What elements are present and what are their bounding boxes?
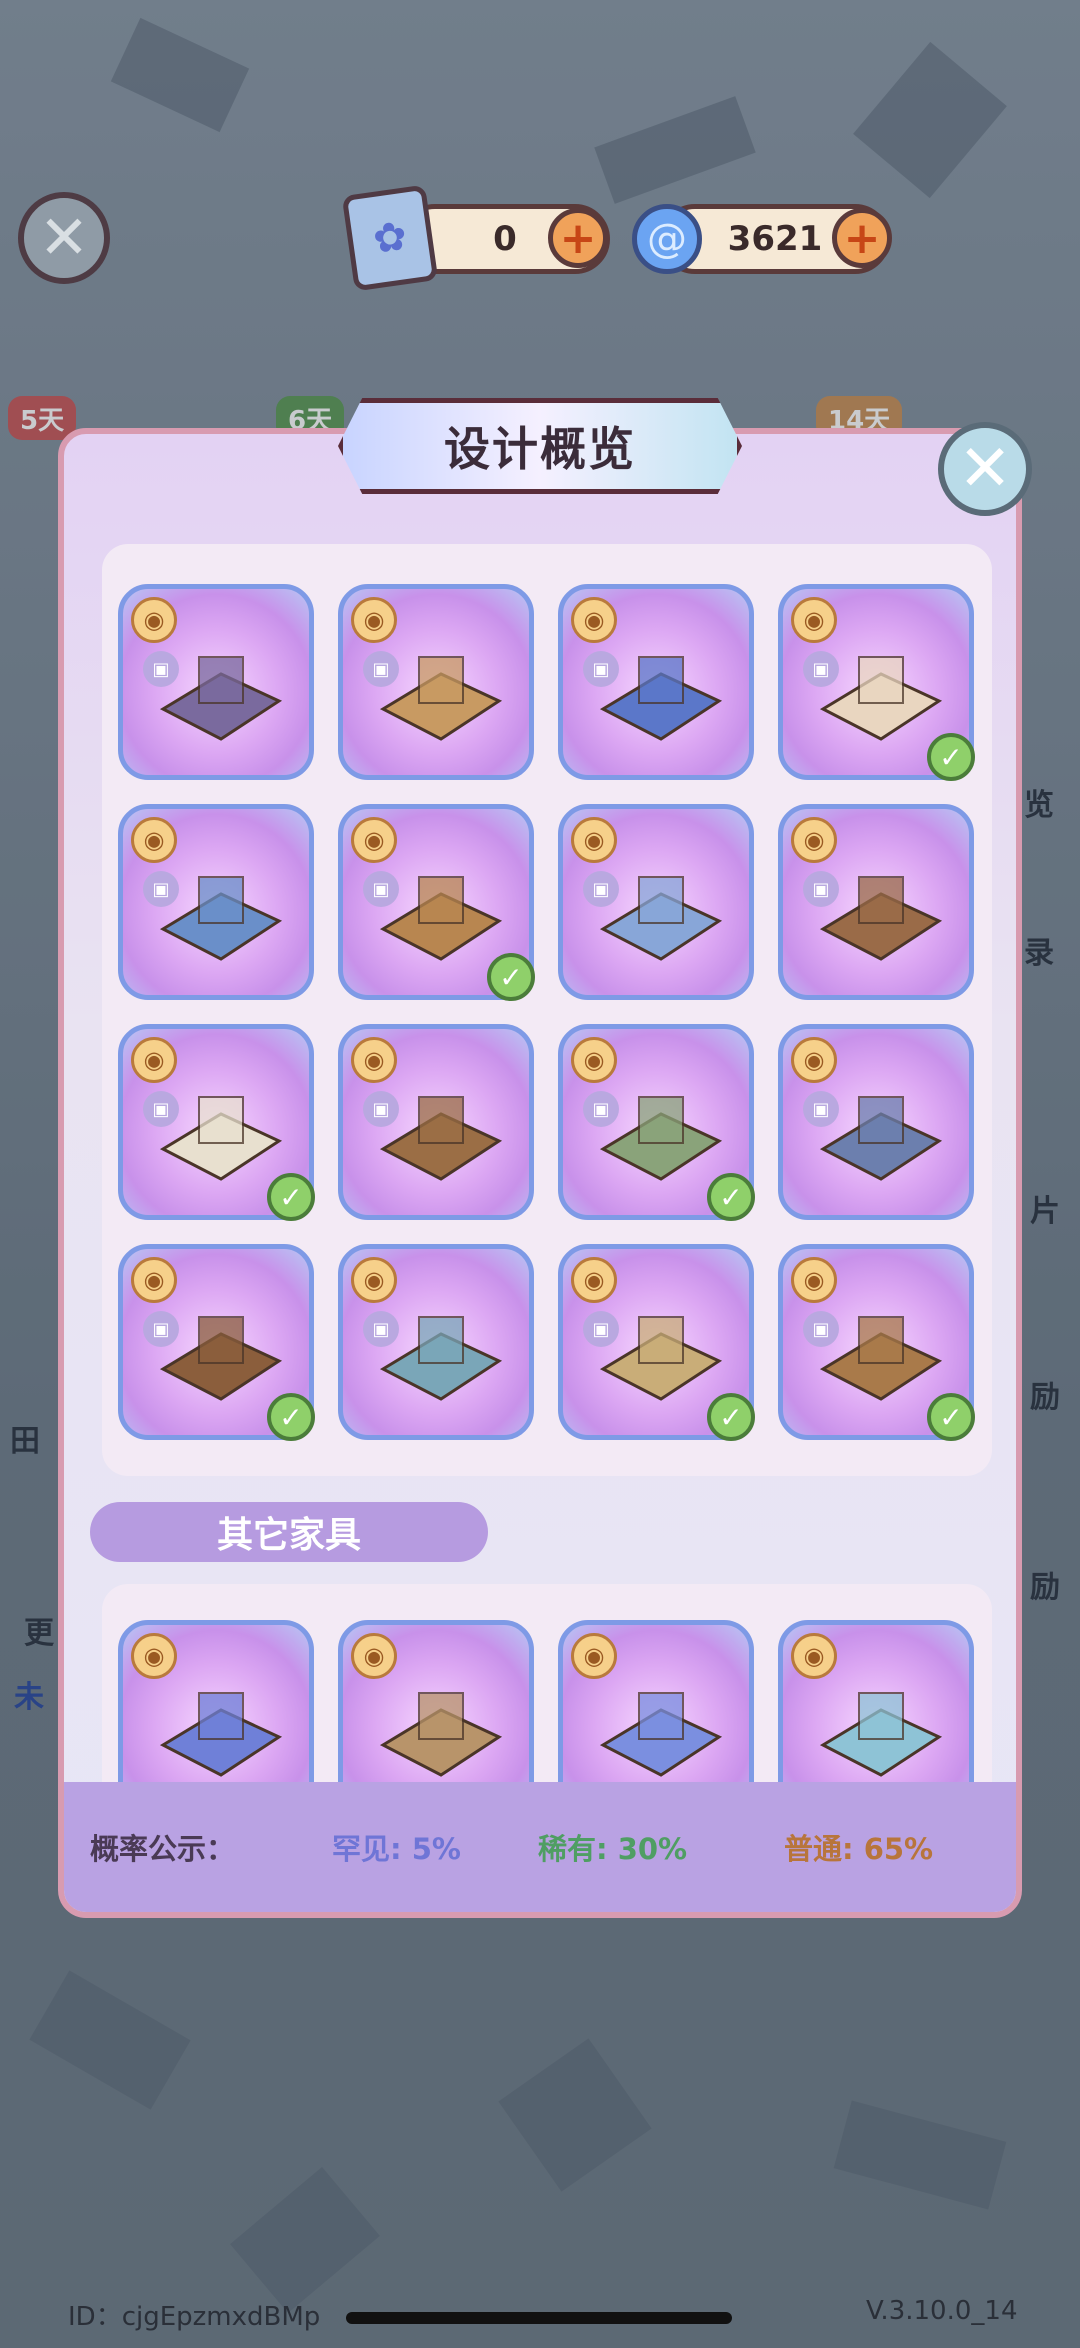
rarity-common: 普通: 65%: [784, 1832, 934, 1866]
design-item-card-curtain-arch[interactable]: ◉ ▣ ✓: [778, 584, 975, 781]
furniture-wood-floor-plank-icon: [379, 656, 503, 741]
eye-icon[interactable]: ◉: [131, 1633, 177, 1679]
furniture-floral-screen-icon: [159, 1316, 283, 1401]
design-item-card-flower-planter[interactable]: ◉ ▣: [558, 584, 754, 780]
rarity-uncommon: 稀有: 30%: [538, 1832, 688, 1866]
owned-check-icon: ✓: [267, 1393, 315, 1441]
eye-icon[interactable]: ◉: [571, 597, 617, 643]
furniture-cushion-sofa-icon: [159, 876, 283, 961]
furniture-armchair-blue-icon: [599, 876, 723, 961]
eye-icon[interactable]: ◉: [791, 597, 837, 643]
design-item-card-garden-fence[interactable]: ◉ ▣: [338, 1024, 534, 1220]
design-item-card-cushion-sofa[interactable]: ◉ ▣: [118, 804, 314, 1000]
probability-footer: 概率公示： 罕见: 5% 稀有: 30% 普通: 65%: [64, 1782, 1016, 1912]
rarity-rare: 罕见: 5%: [332, 1832, 461, 1866]
owned-check-icon: ✓: [927, 733, 975, 781]
eye-icon[interactable]: ◉: [351, 1257, 397, 1303]
furniture-armchair-wood-icon: [819, 876, 943, 961]
eye-icon[interactable]: ◉: [571, 1257, 617, 1303]
eye-icon[interactable]: ◉: [351, 1037, 397, 1083]
ticket-icon: ✿: [341, 184, 439, 292]
swirl-gem-icon: @: [632, 204, 702, 274]
design-item-card-mirror-panel[interactable]: ◉ ▣ ✓: [558, 1244, 755, 1441]
version-label: V.3.10.0_14: [866, 2296, 1018, 2326]
furniture-garden-fence-icon: [379, 1096, 503, 1181]
eye-icon[interactable]: ◉: [131, 597, 177, 643]
design-item-card-flower-patch-floor[interactable]: ◉ ▣ ✓: [558, 1024, 755, 1221]
eye-icon[interactable]: ◉: [791, 817, 837, 863]
design-item-card-armchair-wood[interactable]: ◉ ▣: [778, 804, 974, 1000]
furniture-hydrangea-bush-icon: [599, 1692, 723, 1777]
furniture-flower-patch-floor-icon: [599, 1096, 723, 1181]
design-item-card-window-awning[interactable]: ◉ ▣: [778, 1024, 974, 1220]
eye-icon[interactable]: ◉: [351, 1633, 397, 1679]
furniture-hotpot-table-icon: [159, 656, 283, 741]
furniture-round-table-cloth-icon: [159, 1096, 283, 1181]
eye-icon[interactable]: ◉: [351, 597, 397, 643]
eye-icon[interactable]: ◉: [571, 817, 617, 863]
home-indicator[interactable]: [346, 2312, 732, 2324]
design-item-card-armchair-blue[interactable]: ◉ ▣: [558, 804, 754, 1000]
design-item-card-round-table-cloth[interactable]: ◉ ▣ ✓: [118, 1024, 315, 1221]
user-id: ID：cjgEpzmxdBMp: [68, 2302, 321, 2332]
eye-icon[interactable]: ◉: [791, 1633, 837, 1679]
furniture-wood-door-icon: [819, 1316, 943, 1401]
furniture-curtain-arch-icon: [819, 656, 943, 741]
design-item-card-hotpot-table[interactable]: ◉ ▣: [118, 584, 314, 780]
eye-icon[interactable]: ◉: [791, 1257, 837, 1303]
design-item-card-wood-door[interactable]: ◉ ▣ ✓: [778, 1244, 975, 1441]
design-overview-modal: ◉ ▣ ◉ ▣ ◉ ▣ ◉ ▣ ✓ ◉ ▣ ◉ ▣ ✓ ◉ ▣ ◉ ▣ ◉ ▣ ✓ ◉ ▣ ◉ ▣ ✓ ◉ ▣ ◉ ▣ ✓ ◉ ▣ ◉ ▣ ✓ ◉ ▣ ✓ …: [58, 428, 1022, 1918]
design-item-card-wood-floor-plank[interactable]: ◉ ▣: [338, 584, 534, 780]
eye-icon[interactable]: ◉: [791, 1037, 837, 1083]
owned-check-icon: ✓: [707, 1173, 755, 1221]
eye-icon[interactable]: ◉: [131, 1037, 177, 1083]
close-button[interactable]: ✕: [938, 422, 1032, 516]
ticket-count: 0: [493, 219, 517, 259]
add-gem-button[interactable]: +: [832, 208, 892, 268]
furniture-tea-table-icon: [819, 1692, 943, 1777]
furniture-wood-beam-icon: [379, 876, 503, 961]
eye-icon[interactable]: ◉: [131, 1257, 177, 1303]
furniture-glass-door-icon: [379, 1316, 503, 1401]
modal-title: 设计概览: [338, 398, 742, 494]
gem-count: 3621: [727, 219, 823, 259]
design-item-grid: ◉ ▣ ◉ ▣ ◉ ▣ ◉ ▣ ✓ ◉ ▣ ◉ ▣ ✓ ◉ ▣ ◉ ▣ ◉ ▣ ✓ ◉ ▣ ◉ ▣ ✓ ◉ ▣ ◉ ▣ ✓ ◉ ▣ ◉ ▣ ✓ ◉ ▣ ✓: [118, 584, 975, 1441]
furniture-flower-planter-icon: [599, 656, 723, 741]
add-ticket-button[interactable]: +: [548, 208, 608, 268]
furniture-mirror-panel-icon: [599, 1316, 723, 1401]
furniture-flower-fence-icon: [379, 1692, 503, 1777]
owned-check-icon: ✓: [707, 1393, 755, 1441]
design-item-card-floral-screen[interactable]: ◉ ▣ ✓: [118, 1244, 315, 1441]
owned-check-icon: ✓: [487, 953, 535, 1001]
eye-icon[interactable]: ◉: [351, 817, 397, 863]
owned-check-icon: ✓: [267, 1173, 315, 1221]
design-item-card-glass-door[interactable]: ◉ ▣: [338, 1244, 534, 1440]
other-furniture-header: 其它家具: [90, 1502, 488, 1562]
design-item-card-wood-beam[interactable]: ◉ ▣ ✓: [338, 804, 535, 1001]
eye-icon[interactable]: ◉: [571, 1037, 617, 1083]
furniture-window-awning-icon: [819, 1096, 943, 1181]
owned-check-icon: ✓: [927, 1393, 975, 1441]
probability-label: 概率公示：: [90, 1832, 236, 1866]
furniture-petal-rug-icon: [159, 1692, 283, 1777]
background-close-button[interactable]: ✕: [18, 192, 110, 284]
eye-icon[interactable]: ◉: [131, 817, 177, 863]
eye-icon[interactable]: ◉: [571, 1633, 617, 1679]
